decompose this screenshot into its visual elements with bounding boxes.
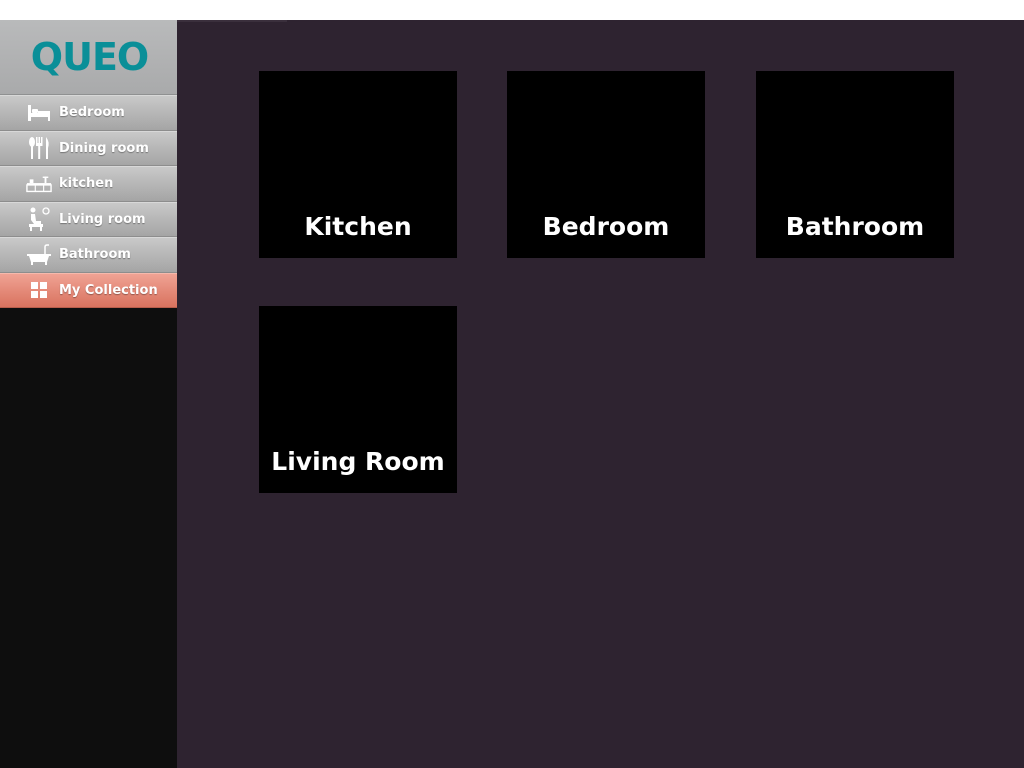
- sidebar-item-label: Bedroom: [59, 105, 125, 121]
- sidebar-item-label: Living room: [59, 211, 146, 227]
- sidebar-item-dining-room[interactable]: Dining room: [0, 130, 177, 166]
- tile-kitchen[interactable]: Kitchen: [259, 71, 457, 258]
- armchair-person-icon: [26, 207, 52, 232]
- cutlery-icon: [26, 136, 52, 160]
- tile-bathroom[interactable]: Bathroom: [756, 71, 954, 258]
- tile-label: Bathroom: [785, 212, 925, 241]
- sidebar-item-bedroom[interactable]: Bedroom: [0, 95, 177, 131]
- sidebar-item-label: My Collection: [59, 282, 158, 298]
- sidebar-item-my-collection[interactable]: My Collection: [0, 272, 177, 308]
- bathtub-icon: [26, 243, 52, 267]
- tile-label: Bedroom: [542, 212, 670, 241]
- bed-icon: [26, 101, 52, 125]
- sidebar-item-kitchen[interactable]: kitchen: [0, 166, 177, 202]
- sidebar-item-label: Bathroom: [59, 247, 131, 263]
- sidebar-item-label: kitchen: [59, 176, 114, 192]
- sidebar-item-living-room[interactable]: Living room: [0, 201, 177, 237]
- logo: QUEO: [30, 35, 149, 79]
- main-content: Kitchen Bedroom Bathroom Living Room: [177, 20, 1024, 768]
- tile-label: Living Room: [271, 447, 445, 476]
- kitchen-counter-icon: [26, 172, 52, 196]
- tile-label: Kitchen: [304, 212, 412, 241]
- sidebar-item-bathroom[interactable]: Bathroom: [0, 237, 177, 273]
- logo-area[interactable]: QUEO: [0, 20, 177, 95]
- tile-bedroom[interactable]: Bedroom: [507, 71, 705, 258]
- sidebar-item-label: Dining room: [59, 140, 149, 156]
- tile-living-room[interactable]: Living Room: [259, 306, 457, 493]
- top-bar: [0, 0, 1024, 20]
- sidebar: QUEO Bedroom Dining room kitchen Living …: [0, 20, 177, 768]
- grid-icon: [26, 278, 52, 302]
